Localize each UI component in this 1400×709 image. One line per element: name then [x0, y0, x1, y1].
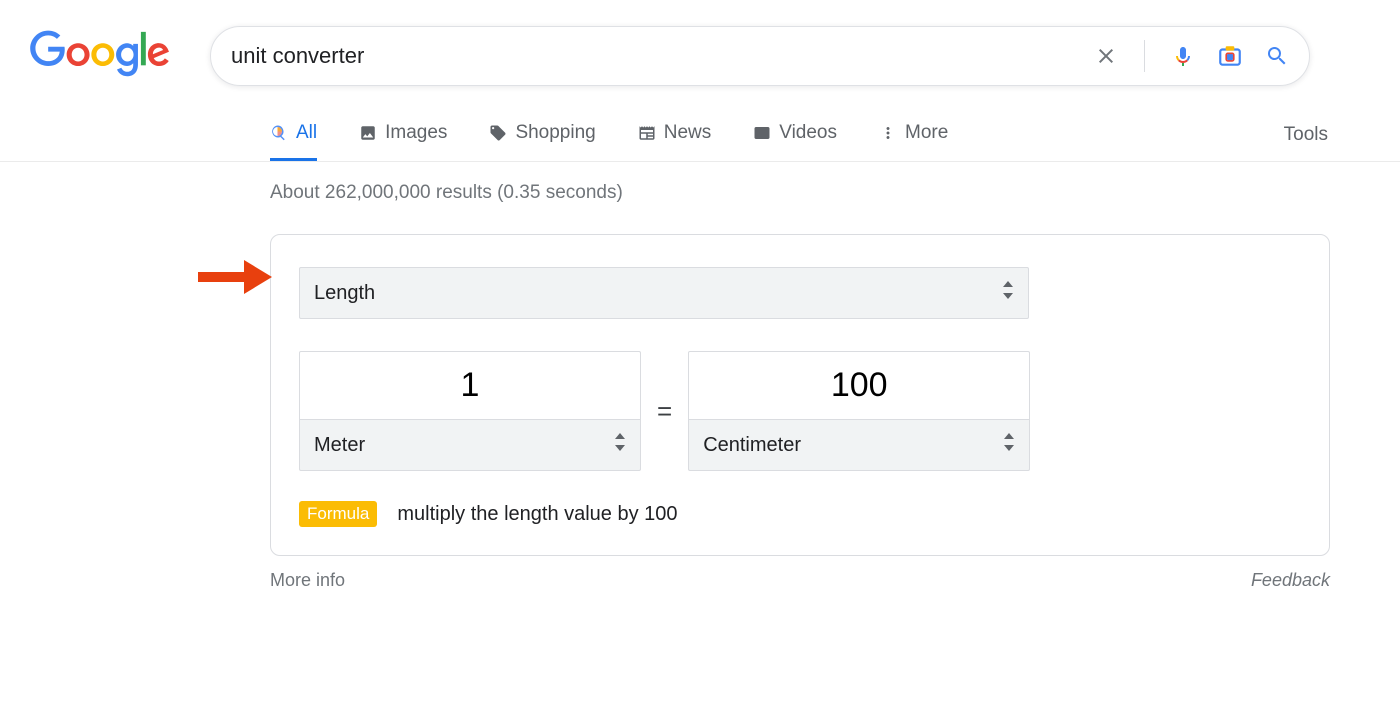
tab-label: Shopping	[515, 122, 595, 144]
news-icon	[638, 124, 656, 142]
tab-shopping[interactable]: Shopping	[489, 122, 595, 161]
tab-more[interactable]: More	[879, 122, 948, 161]
converter-card: Length Meter =	[270, 234, 1330, 556]
tools-link[interactable]: Tools	[1284, 124, 1328, 160]
tab-label: Images	[385, 122, 447, 144]
formula-badge: Formula	[299, 501, 377, 527]
video-icon	[753, 124, 771, 142]
search-icon[interactable]	[1265, 44, 1289, 68]
card-footer: More info Feedback	[270, 570, 1330, 591]
camera-icon[interactable]	[1217, 43, 1243, 69]
clear-icon[interactable]	[1094, 44, 1118, 68]
search-actions	[1094, 40, 1289, 72]
conversion-row: Meter = Centimeter	[299, 351, 1301, 471]
converter-section: Length Meter =	[0, 204, 1400, 556]
search-input[interactable]	[231, 43, 1094, 69]
to-unit-label: Centimeter	[703, 434, 801, 457]
tab-images[interactable]: Images	[359, 122, 447, 161]
from-unit-select[interactable]: Meter	[299, 419, 641, 471]
from-value-input[interactable]	[299, 351, 641, 419]
equals-sign: =	[657, 396, 672, 427]
to-value-input[interactable]	[688, 351, 1030, 419]
search-bar	[210, 26, 1310, 86]
caret-icon	[1002, 281, 1014, 305]
tab-all[interactable]: All	[270, 122, 317, 161]
annotation-arrow-icon	[198, 260, 272, 299]
from-column: Meter	[299, 351, 641, 471]
divider	[1144, 40, 1145, 72]
tab-label: All	[296, 122, 317, 144]
tab-label: Videos	[779, 122, 837, 144]
tab-news[interactable]: News	[638, 122, 712, 161]
tag-icon	[489, 124, 507, 142]
caret-icon	[1003, 433, 1015, 457]
from-unit-label: Meter	[314, 434, 365, 457]
results-stats: About 262,000,000 results (0.35 seconds)	[0, 162, 1400, 204]
tab-label: More	[905, 122, 948, 144]
more-info-link[interactable]: More info	[270, 570, 345, 591]
to-unit-select[interactable]: Centimeter	[688, 419, 1030, 471]
google-logo[interactable]	[30, 30, 170, 83]
formula-text: multiply the length value by 100	[397, 503, 677, 526]
category-select[interactable]: Length	[299, 267, 1029, 319]
tab-label: News	[664, 122, 712, 144]
caret-icon	[614, 433, 626, 457]
header	[0, 0, 1400, 86]
formula-row: Formula multiply the length value by 100	[299, 501, 1301, 527]
feedback-link[interactable]: Feedback	[1251, 570, 1330, 591]
category-label: Length	[314, 282, 375, 305]
tabs-row: All Images Shopping News Videos	[0, 86, 1400, 162]
to-column: Centimeter	[688, 351, 1030, 471]
mic-icon[interactable]	[1171, 44, 1195, 68]
image-icon	[359, 124, 377, 142]
search-small-icon	[270, 124, 288, 142]
more-vert-icon	[879, 124, 897, 142]
tab-videos[interactable]: Videos	[753, 122, 837, 161]
